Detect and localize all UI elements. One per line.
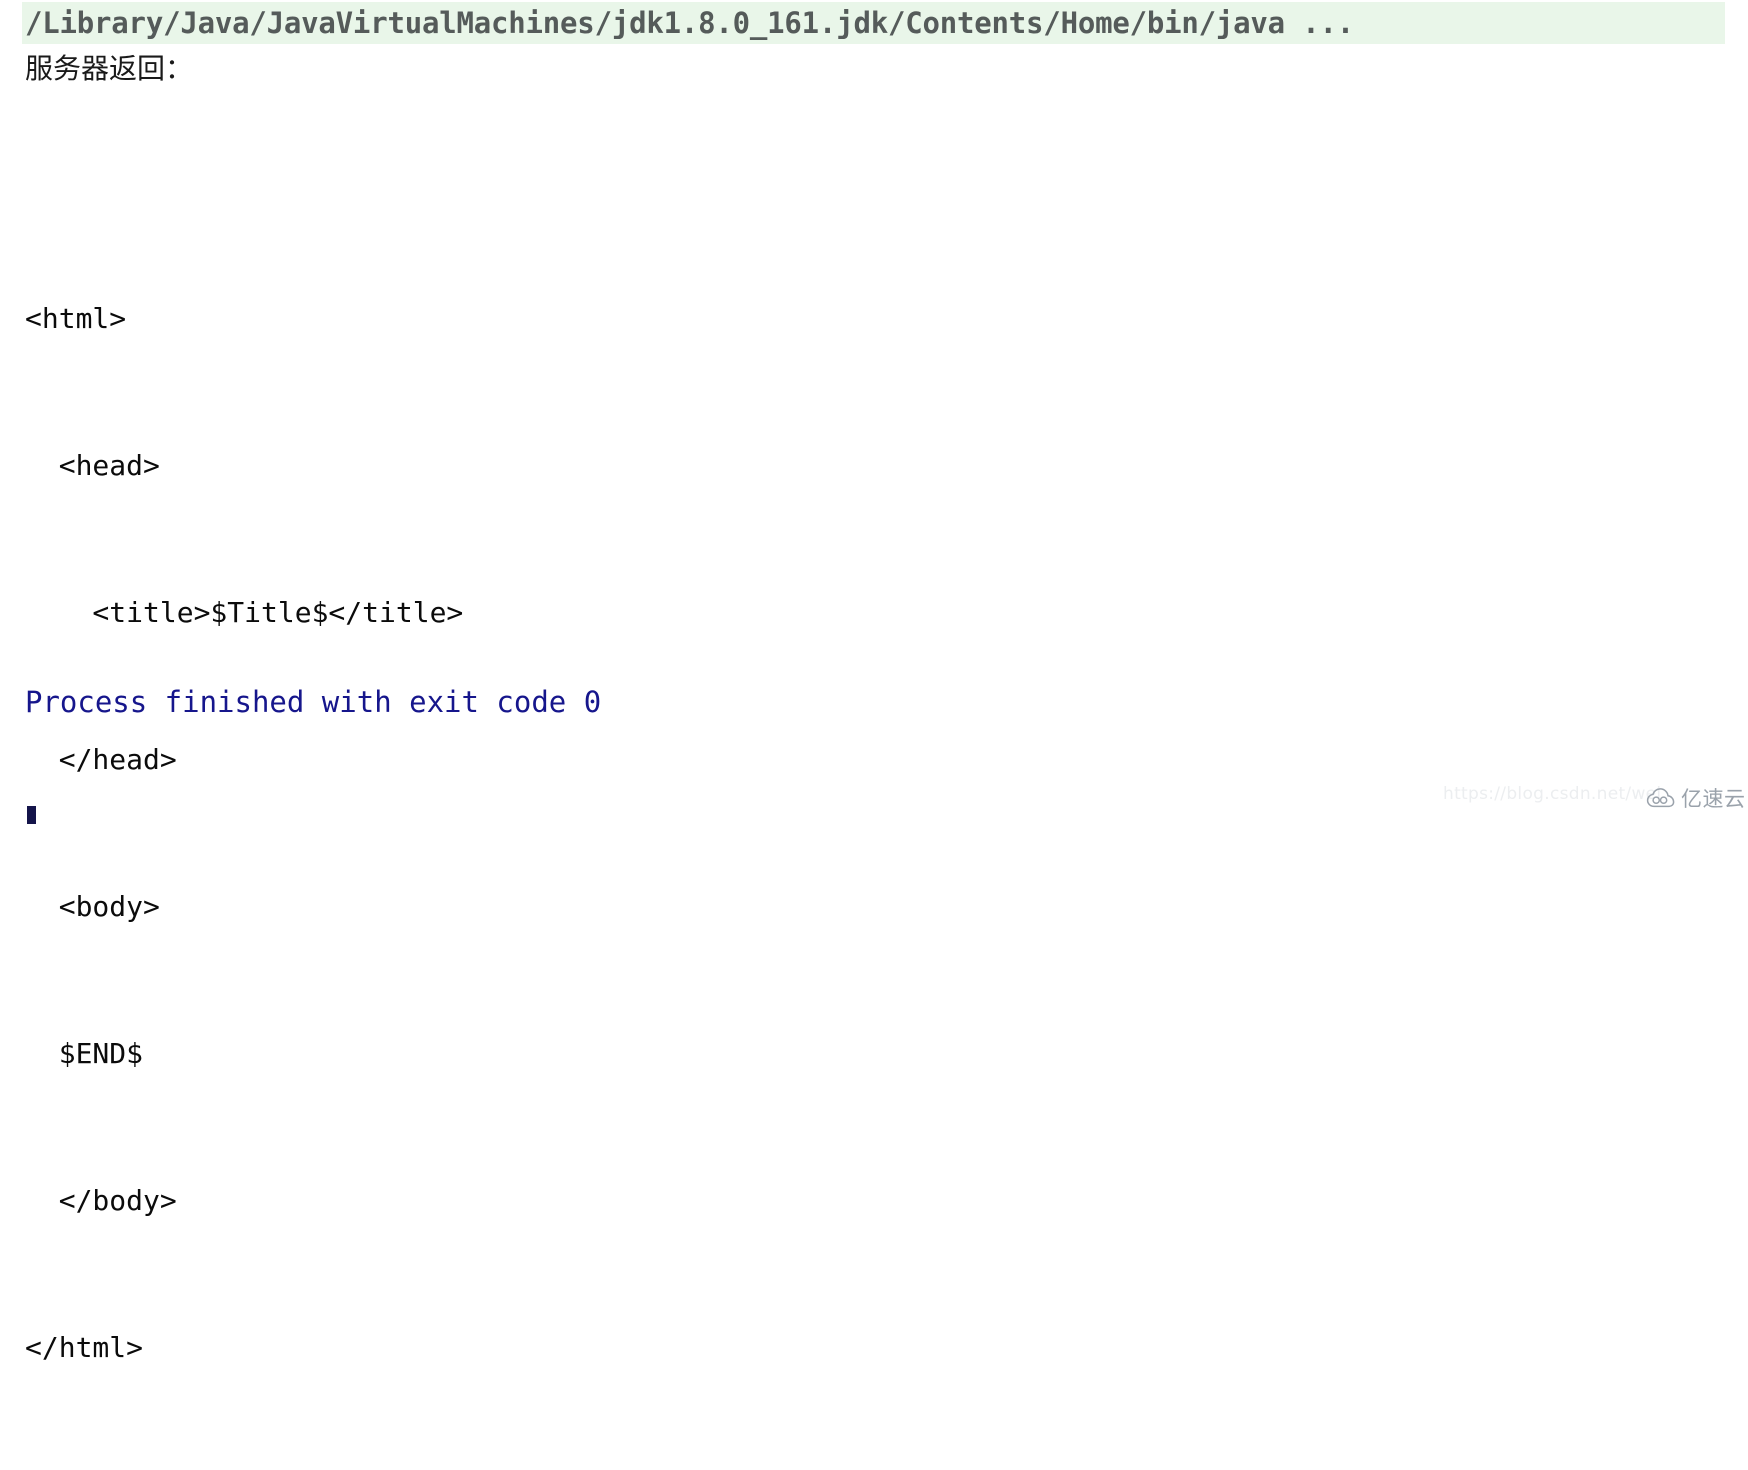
code-line: </body> <box>25 1184 177 1217</box>
console-caret <box>27 806 36 824</box>
code-line: <body> <box>25 890 160 923</box>
server-response-label: 服务器返回： <box>25 52 194 85</box>
code-line: </head> <box>25 743 177 776</box>
command-line-row: /Library/Java/JavaVirtualMachines/jdk1.8… <box>22 2 1725 44</box>
cloud-icon <box>1646 787 1676 809</box>
csdn-url-watermark: https://blog.csdn.net/wei <box>1443 784 1662 804</box>
code-line: <title>$Title$</title> <box>25 596 464 629</box>
code-line: <head> <box>25 449 160 482</box>
code-line: </html> <box>25 1331 144 1364</box>
process-exit-message: Process finished with exit code 0 <box>25 685 602 719</box>
java-command-path: /Library/Java/JavaVirtualMachines/jdk1.8… <box>25 6 1354 40</box>
console-output-panel[interactable]: /Library/Java/JavaVirtualMachines/jdk1.8… <box>0 0 1748 1364</box>
yisuyun-watermark: 亿速云 <box>1646 783 1746 813</box>
html-output-block: <html> <head> <title>$Title$</title> </h… <box>25 196 463 1470</box>
code-line: <html> <box>25 302 127 335</box>
code-line: $END$ <box>25 1037 144 1070</box>
yisuyun-brand-text: 亿速云 <box>1681 787 1746 811</box>
